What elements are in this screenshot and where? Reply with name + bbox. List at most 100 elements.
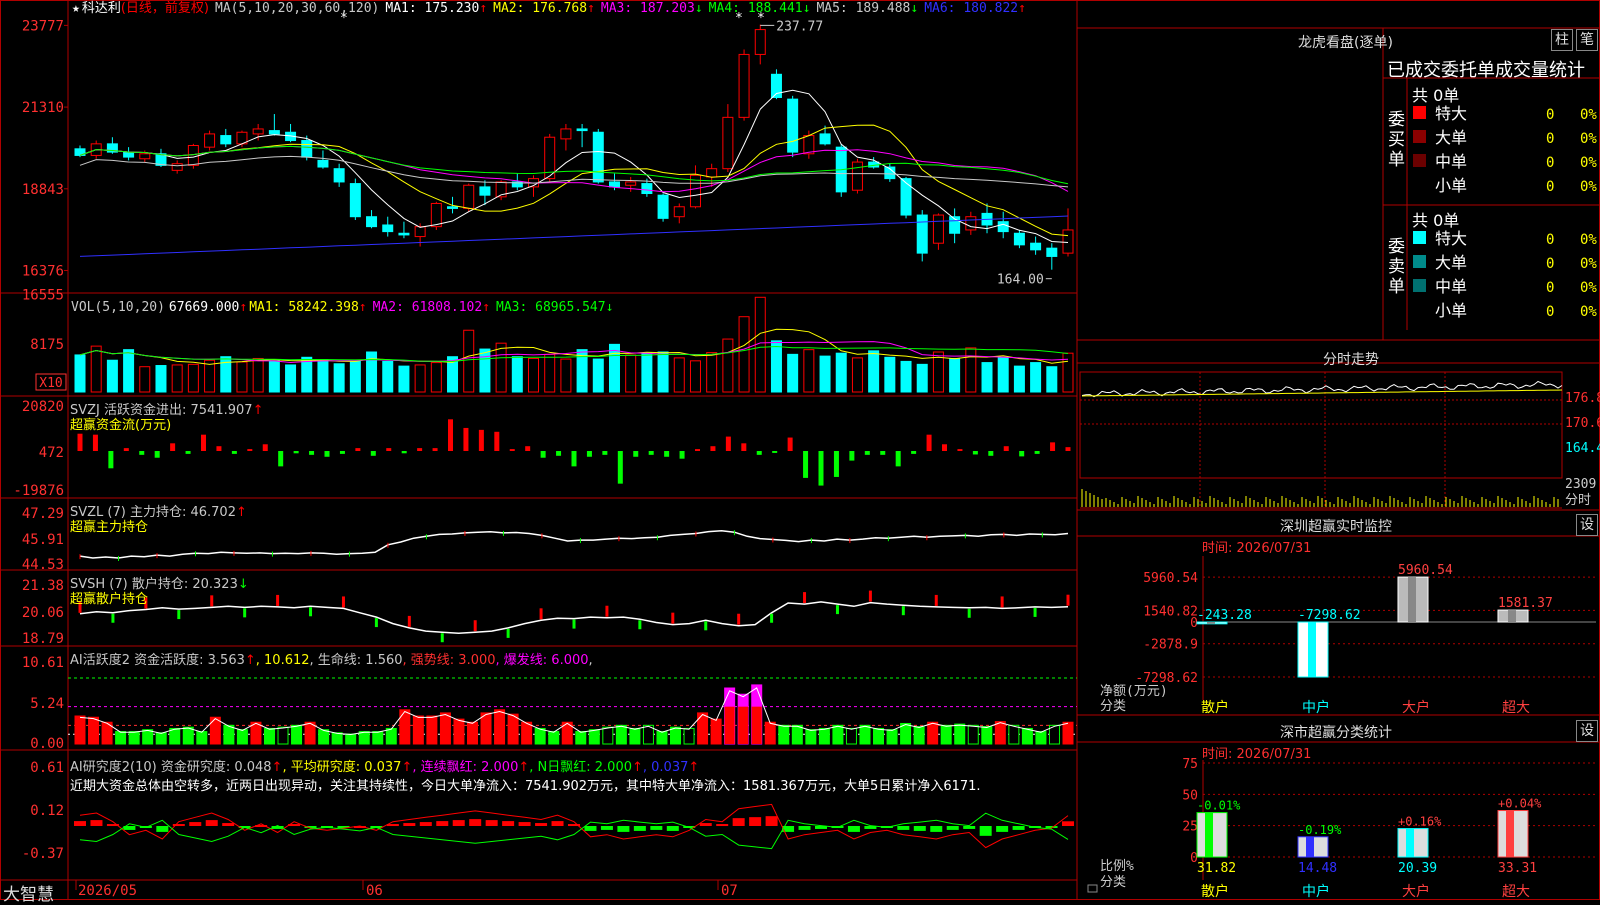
research-bar — [996, 826, 1009, 832]
research-bar — [650, 826, 663, 830]
period-label[interactable]: (日线，前复权) — [121, 1, 209, 16]
classify-settings-button[interactable]: 设 — [1576, 720, 1598, 742]
research-bar — [222, 823, 235, 826]
research-bar — [502, 821, 515, 826]
classify-category: 大户 — [1402, 883, 1430, 900]
header-part: , 强势线: 3.000 — [402, 653, 496, 668]
header-part: , 爆发线: 6.000 — [495, 653, 589, 668]
tick-view-button[interactable]: 笔 — [1576, 29, 1598, 51]
ma-value-6: MA6: 180.822↑ — [924, 1, 1026, 16]
research-bar — [897, 826, 910, 830]
activity-bar — [142, 729, 154, 745]
candle-body — [1046, 247, 1058, 257]
candle-body — [576, 128, 588, 132]
activity-bar — [845, 727, 857, 745]
ma-values: MA1: 175.230↑ MA2: 176.768↑ MA3: 187.203↓ M… — [385, 1, 1032, 16]
intraday-title[interactable]: 分时走势 — [1323, 349, 1379, 369]
ma-arrow: ↓ — [802, 1, 811, 16]
fund-flow-bar — [386, 448, 392, 451]
bar-view-button[interactable]: 柱 — [1551, 29, 1573, 51]
volume-bar — [851, 357, 863, 393]
monitor-category: 大户 — [1402, 699, 1430, 716]
monitor-axis-label: -2878.9 — [1143, 638, 1198, 653]
ma-arrow: ↑ — [479, 1, 488, 16]
monitor-category: 散户 — [1201, 699, 1229, 716]
candle-body — [592, 131, 604, 183]
color-swatch — [1413, 130, 1426, 143]
fund-flow-bar — [509, 449, 515, 451]
order-percent: 0% — [1580, 107, 1597, 123]
vol-axis-label: 16555 — [22, 288, 64, 304]
fund-flow-bar — [448, 419, 453, 451]
classify-change-label: +0.16% — [1398, 815, 1442, 829]
order-count: 0 — [1546, 304, 1554, 320]
monitor-value-label: 1581.37 — [1498, 596, 1553, 611]
svsh-header: SVSH (7) 散户持仓: 20.323↓ — [70, 577, 249, 592]
price-axis-label: 23777 — [22, 18, 64, 34]
candle-body — [641, 183, 653, 195]
activity-bar — [331, 732, 343, 745]
activity-bar — [981, 726, 993, 745]
activity-bar — [1035, 731, 1047, 745]
header-part: ↑ — [271, 760, 283, 775]
candle-body — [398, 232, 410, 236]
main-holding-line — [79, 529, 1069, 559]
fund-flow-bar — [324, 451, 330, 457]
ma-value-4: MA4: 188.441↓ — [709, 1, 811, 16]
header-part: , — [588, 653, 593, 668]
vol-value: 67669.000 — [168, 300, 240, 315]
stock-name[interactable]: 科达利 — [82, 1, 121, 16]
header-part: AI活跃度2 资金活跃度: 3.563 — [70, 653, 245, 668]
activity-bar — [873, 727, 885, 745]
order-size-label: 中单 — [1435, 152, 1467, 171]
monitor-settings-button[interactable]: 设 — [1576, 514, 1598, 536]
fund-flow-bar — [494, 431, 500, 451]
research-bar — [436, 821, 449, 826]
classify-value-label: 14.48 — [1298, 861, 1337, 876]
volume-bar — [463, 329, 475, 393]
date-label: 07 — [721, 883, 738, 899]
volume-bar — [268, 360, 280, 393]
candle-body — [301, 140, 313, 158]
candle-body — [608, 181, 620, 188]
candle-body — [657, 194, 669, 219]
activity-bar — [88, 716, 100, 745]
activity-bar — [318, 729, 330, 745]
activity-bar — [859, 724, 871, 745]
header-part: , 平均研究度: 0.037 — [282, 760, 402, 775]
activity-bar — [291, 724, 303, 745]
ma-label: MA2: — [493, 1, 533, 16]
candle-body — [1062, 229, 1074, 254]
activity-bar — [588, 729, 600, 745]
favorite-star-icon[interactable]: ★ — [72, 1, 80, 16]
classify-axis-label: 50 — [1182, 788, 1198, 803]
research-bar — [913, 826, 926, 831]
vol-ma-2: MA2: 61808.102↑ — [372, 300, 491, 315]
research-bar — [452, 820, 465, 826]
fund-flow-bar — [1050, 442, 1056, 451]
activity-bar — [372, 731, 384, 745]
candle-body — [965, 216, 977, 231]
volume-bar — [187, 363, 199, 393]
candle-body — [220, 135, 232, 145]
volume-bar — [511, 356, 523, 393]
header-part: ↑ — [518, 760, 530, 775]
vol-unit-label: X10 — [39, 376, 62, 391]
research-bar — [189, 822, 202, 826]
fund-flow-bar — [772, 451, 778, 453]
order-count: 0 — [1546, 107, 1554, 123]
volume-bar — [722, 338, 734, 393]
ma-label: MA1: — [385, 1, 425, 16]
fund-flow-bar — [355, 448, 361, 451]
activity-bar — [602, 726, 614, 745]
activity-bar — [697, 712, 709, 745]
research-bar — [732, 818, 745, 826]
fund-flow-bar — [370, 451, 376, 456]
volume-bar — [204, 359, 216, 393]
fund-flow-bar — [895, 451, 901, 467]
ai2-header: AI研究度2(10) 资金研究度: 0.048↑, 平均研究度: 0.037↑,… — [70, 760, 699, 776]
activity-bar — [358, 731, 370, 745]
activity-bar-base — [724, 706, 735, 744]
activity-bar — [128, 731, 140, 745]
header-part: ↑ — [631, 760, 643, 775]
